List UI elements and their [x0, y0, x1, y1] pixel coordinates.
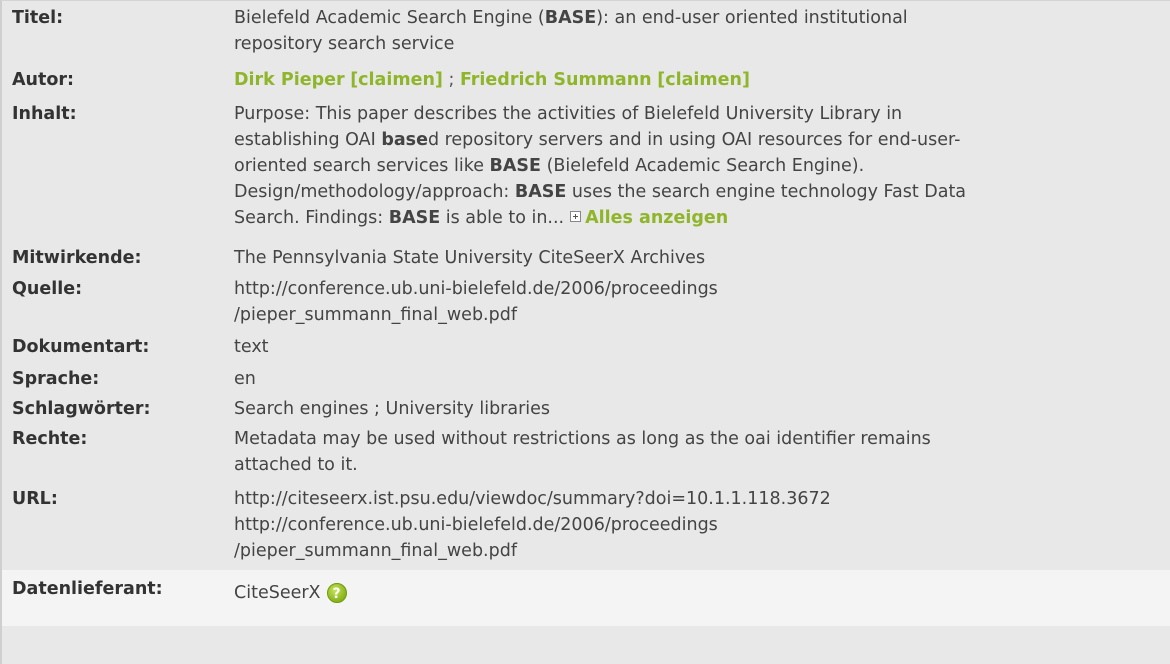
- rechte-line-2: attached to it.: [234, 455, 358, 475]
- rechte-line-1: Metadata may be used without restriction…: [234, 429, 931, 449]
- abstract-line-3: oriented search services like BASE (Biel…: [234, 153, 1166, 179]
- abstract-text: is able to in...: [440, 208, 565, 228]
- field-value-titel: Bielefeld Academic Search Engine (BASE):…: [226, 5, 1170, 57]
- row-titel: Titel: Bielefeld Academic Search Engine …: [2, 1, 1170, 67]
- abstract-text: oriented search services like: [234, 156, 490, 176]
- url-link-conference[interactable]: http://conference.ub.uni-bielefeld.de/20…: [234, 512, 1166, 538]
- titel-line-1: Bielefeld Academic Search Engine (BASE):…: [234, 5, 1166, 31]
- abstract-line-4: Design/methodology/approach: BASE uses t…: [234, 179, 1166, 205]
- row-sprache: Sprache: en: [2, 366, 1170, 396]
- abstract-highlight: BASE: [489, 156, 541, 176]
- abstract-text: (Bielefeld Academic Search Engine).: [541, 156, 865, 176]
- field-label-dokumentart: Dokumentart:: [12, 337, 150, 357]
- row-rechte: Rechte: Metadata may be used without res…: [2, 426, 1170, 486]
- abstract-highlight: base: [381, 130, 428, 150]
- url-link-conference-cont[interactable]: /pieper_summann_final_web.pdf: [234, 538, 1166, 564]
- field-label-autor: Autor:: [12, 70, 75, 90]
- titel-highlight: BASE: [544, 8, 597, 28]
- abstract-text: Search. Findings:: [234, 208, 389, 228]
- field-value-url: http://citeseerx.ist.psu.edu/viewdoc/sum…: [226, 486, 1170, 564]
- field-value-quelle: http://conference.ub.uni-bielefeld.de/20…: [226, 276, 1170, 328]
- titel-text: ): an end-user oriented institutional: [596, 8, 908, 28]
- field-value-datenlieferant: CiteSeerX?: [226, 576, 1170, 606]
- titel-line-2: repository search service: [234, 34, 455, 54]
- field-value-autor: Dirk Pieper [claimen] ; Friedrich Summan…: [226, 67, 1170, 93]
- row-url: URL: http://citeseerx.ist.psu.edu/viewdo…: [2, 486, 1170, 570]
- author-link-pieper[interactable]: Dirk Pieper: [234, 70, 345, 90]
- quelle-line-1: http://conference.ub.uni-bielefeld.de/20…: [234, 279, 718, 299]
- field-value-rechte: Metadata may be used without restriction…: [226, 426, 1170, 478]
- abstract-highlight: BASE: [388, 208, 441, 228]
- field-label-sprache: Sprache:: [12, 369, 100, 389]
- quelle-line-2: /pieper_summann_final_web.pdf: [234, 305, 517, 325]
- row-datenlieferant: Datenlieferant: CiteSeerX?: [2, 570, 1170, 626]
- field-value-inhalt: Purpose: This paper describes the activi…: [226, 101, 1170, 231]
- field-value-mitwirkende: The Pennsylvania State University CiteSe…: [234, 248, 706, 268]
- field-label-quelle: Quelle:: [12, 279, 83, 299]
- abstract-text: uses the search engine technology Fast D…: [566, 182, 967, 202]
- field-label-datenlieferant: Datenlieferant:: [12, 579, 163, 599]
- row-quelle: Quelle: http://conference.ub.uni-bielefe…: [2, 276, 1170, 334]
- author-link-summann[interactable]: Friedrich Summann: [460, 70, 652, 90]
- abstract-highlight: BASE: [514, 182, 567, 202]
- abstract-line-2: establishing OAI based repository server…: [234, 127, 1166, 153]
- provider-name: CiteSeerX: [234, 583, 321, 603]
- field-label-rechte: Rechte:: [12, 429, 88, 449]
- show-all-link[interactable]: Alles anzeigen: [585, 208, 728, 228]
- field-label-mitwirkende: Mitwirkende:: [12, 248, 142, 268]
- abstract-text: establishing OAI: [234, 130, 382, 150]
- author-line: Dirk Pieper [claimen] ; Friedrich Summan…: [234, 67, 1166, 93]
- row-inhalt: Inhalt: Purpose: This paper describes th…: [2, 101, 1170, 245]
- abstract-line-5: Search. Findings: BASE is able to in... A…: [234, 205, 1166, 231]
- field-label-schlagwoerter: Schlagwörter:: [12, 399, 151, 419]
- field-value-sprache: en: [234, 369, 256, 389]
- plus-box-icon[interactable]: [570, 211, 582, 222]
- row-dokumentart: Dokumentart: text: [2, 334, 1170, 366]
- abstract-line-1: Purpose: This paper describes the activi…: [234, 104, 903, 124]
- field-value-dokumentart: text: [234, 337, 269, 357]
- claim-link-summann[interactable]: [claimen]: [657, 70, 750, 90]
- field-value-schlagwoerter: Search engines ; University libraries: [234, 399, 551, 419]
- record-detail: Titel: Bielefeld Academic Search Engine …: [0, 0, 1170, 664]
- row-autor: Autor: Dirk Pieper [claimen] ; Friedrich…: [2, 67, 1170, 101]
- url-link-citeseerx[interactable]: http://citeseerx.ist.psu.edu/viewdoc/sum…: [234, 486, 1166, 512]
- abstract-text: Design/methodology/approach:: [234, 182, 515, 202]
- field-label-titel: Titel:: [12, 8, 64, 28]
- row-schlagwoerter: Schlagwörter: Search engines ; Universit…: [2, 396, 1170, 426]
- field-label-inhalt: Inhalt:: [12, 104, 77, 124]
- claim-link-pieper[interactable]: [claimen]: [350, 70, 443, 90]
- titel-text: Bielefeld Academic Search Engine (: [234, 8, 545, 28]
- field-label-url: URL:: [12, 489, 58, 509]
- abstract-text: d repository servers and in using OAI re…: [427, 130, 961, 150]
- help-icon[interactable]: ?: [326, 583, 347, 603]
- author-separator: ;: [442, 70, 460, 90]
- row-mitwirkende: Mitwirkende: The Pennsylvania State Univ…: [2, 245, 1170, 276]
